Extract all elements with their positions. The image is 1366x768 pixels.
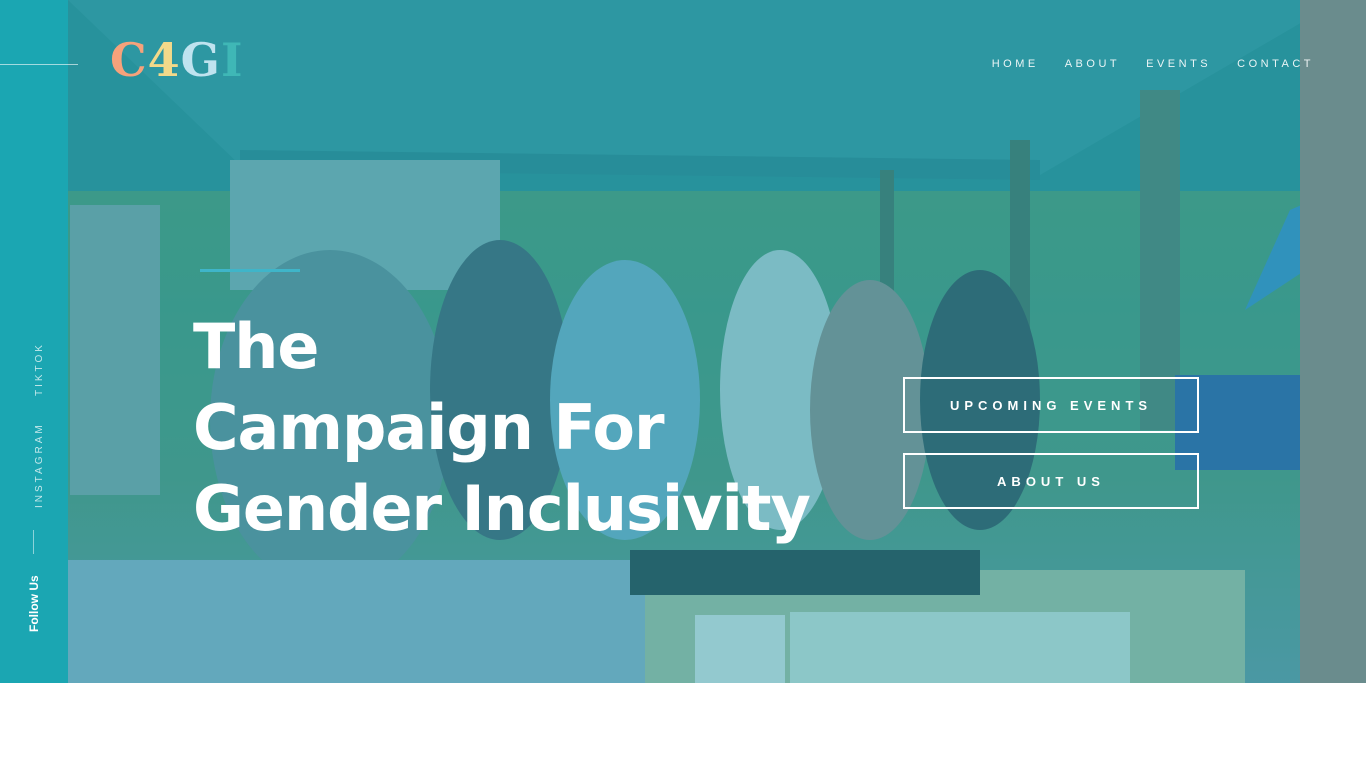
logo-letter-i: I bbox=[220, 33, 244, 87]
social-sidebar: TIKTOK INSTAGRAM Follow Us bbox=[0, 0, 68, 683]
hero-title-line-1: The bbox=[193, 310, 319, 383]
hero-title: The Campaign For Gender Inclusivity bbox=[193, 306, 873, 549]
logo-letter-g: G bbox=[180, 33, 221, 87]
nav-about[interactable]: ABOUT bbox=[1065, 58, 1120, 70]
nav-events[interactable]: EVENTS bbox=[1146, 58, 1211, 70]
title-accent-rule bbox=[200, 269, 300, 272]
sidebar-top-rule bbox=[0, 64, 78, 65]
follow-us-label: Follow Us bbox=[27, 575, 41, 632]
upcoming-events-button[interactable]: UPCOMING EVENTS bbox=[903, 377, 1199, 433]
logo-letter-c: C bbox=[110, 33, 148, 87]
about-us-button[interactable]: ABOUT US bbox=[903, 453, 1199, 509]
instagram-link[interactable]: INSTAGRAM bbox=[34, 422, 45, 508]
tiktok-link[interactable]: TIKTOK bbox=[34, 342, 45, 396]
nav-home[interactable]: HOME bbox=[992, 58, 1039, 70]
sidebar-divider bbox=[33, 530, 34, 554]
main-nav: HOME ABOUT EVENTS CONTACT bbox=[992, 58, 1314, 70]
site-logo[interactable]: C4GI bbox=[110, 32, 243, 88]
nav-contact[interactable]: CONTACT bbox=[1237, 58, 1314, 70]
hero-title-line-3: Gender Inclusivity bbox=[193, 472, 811, 545]
hero-title-line-2: Campaign For bbox=[193, 391, 665, 464]
logo-letter-4: 4 bbox=[147, 33, 181, 87]
